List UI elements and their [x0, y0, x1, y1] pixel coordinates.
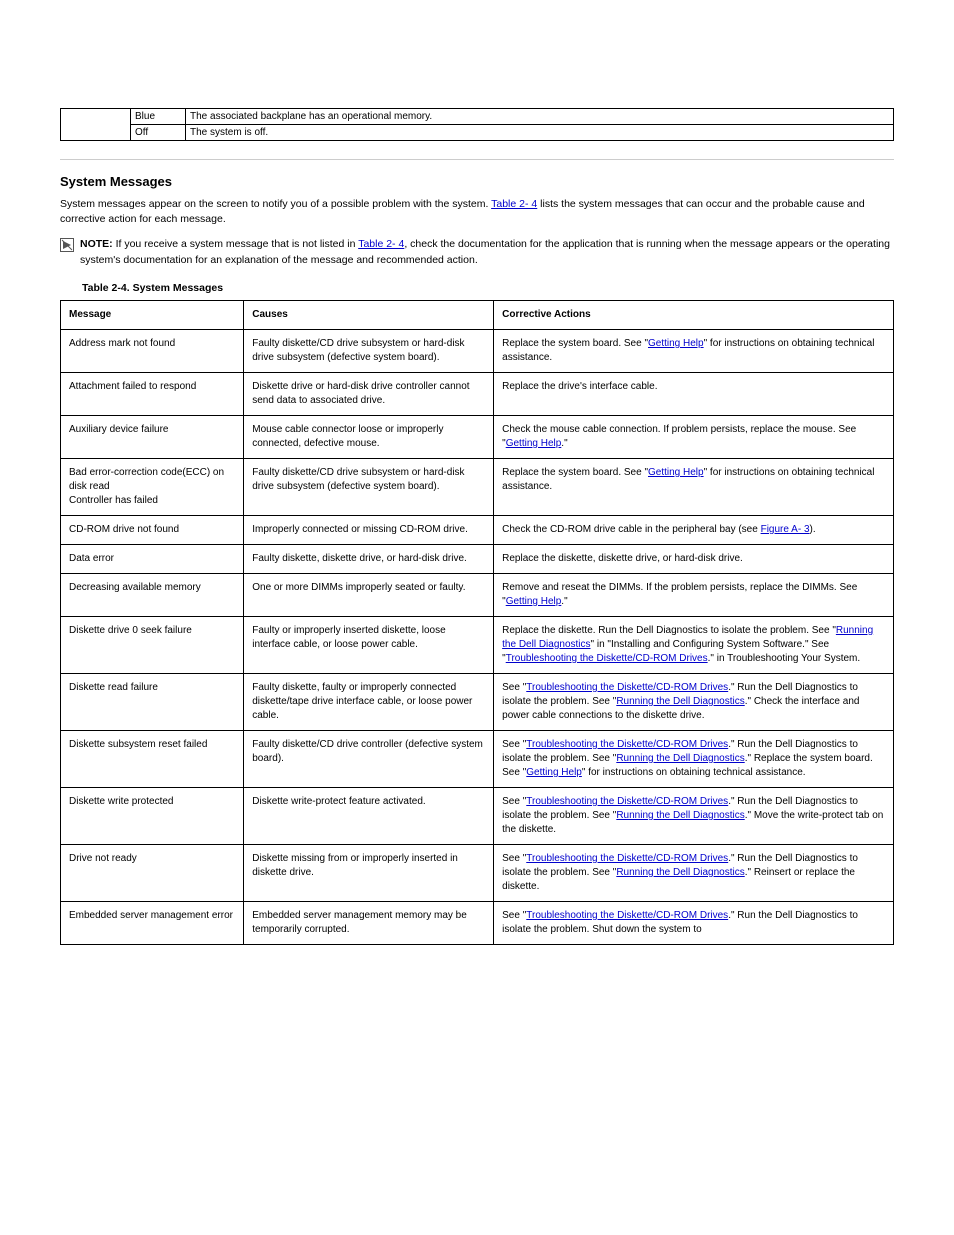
- action-link[interactable]: Troubleshooting the Diskette/CD-ROM Driv…: [526, 739, 728, 750]
- action-link[interactable]: Troubleshooting the Diskette/CD-ROM Driv…: [526, 682, 728, 693]
- indicator-color: Blue: [131, 109, 186, 125]
- table-row: Decreasing available memoryOne or more D…: [61, 573, 894, 616]
- action-link[interactable]: Running the Dell Diagnostics: [616, 867, 744, 878]
- indicator-desc: The associated backplane has an operatio…: [186, 109, 894, 125]
- indicator-table: Blue The associated backplane has an ope…: [60, 108, 894, 141]
- message-cell: CD-ROM drive not found: [61, 515, 244, 544]
- table-row: CD-ROM drive not foundImproperly connect…: [61, 515, 894, 544]
- action-link[interactable]: Getting Help: [648, 338, 704, 349]
- section-title: System Messages: [60, 174, 894, 189]
- intro-text-pre: System messages appear on the screen to …: [60, 198, 491, 210]
- message-cell: Diskette drive 0 seek failure: [61, 616, 244, 673]
- table-row: Diskette drive 0 seek failureFaulty or i…: [61, 616, 894, 673]
- message-cell: Drive not ready: [61, 844, 244, 901]
- action-cell: See "Troubleshooting the Diskette/CD-ROM…: [494, 787, 894, 844]
- action-link[interactable]: Running the Dell Diagnostics: [616, 696, 744, 707]
- action-cell: See "Troubleshooting the Diskette/CD-ROM…: [494, 844, 894, 901]
- table-row: Embedded server management errorEmbedded…: [61, 901, 894, 944]
- cause-cell: Faulty diskette/CD drive controller (def…: [244, 730, 494, 787]
- table-caption: Table 2-4. System Messages: [82, 282, 894, 294]
- action-cell: See "Troubleshooting the Diskette/CD-ROM…: [494, 901, 894, 944]
- table-row: Diskette subsystem reset failedFaulty di…: [61, 730, 894, 787]
- message-cell: Bad error-correction code(ECC) on disk r…: [61, 458, 244, 515]
- table-row: Attachment failed to respondDiskette dri…: [61, 372, 894, 415]
- caption-prefix: Table 2-: [82, 282, 121, 294]
- action-link[interactable]: Troubleshooting the Diskette/CD-ROM Driv…: [506, 653, 708, 664]
- message-cell: Attachment failed to respond: [61, 372, 244, 415]
- action-cell: See "Troubleshooting the Diskette/CD-ROM…: [494, 730, 894, 787]
- message-cell: Address mark not found: [61, 329, 244, 372]
- system-messages-table: Message Causes Corrective Actions Addres…: [60, 300, 894, 945]
- action-link[interactable]: Troubleshooting the Diskette/CD-ROM Driv…: [526, 853, 728, 864]
- note-block: NOTE: If you receive a system message th…: [60, 237, 894, 267]
- message-cell: Diskette read failure: [61, 673, 244, 730]
- message-cell: Decreasing available memory: [61, 573, 244, 616]
- action-link[interactable]: Getting Help: [526, 767, 582, 778]
- table-row: Drive not readyDiskette missing from or …: [61, 844, 894, 901]
- intro-paragraph: System messages appear on the screen to …: [60, 197, 894, 227]
- action-link[interactable]: Running the Dell Diagnostics: [616, 810, 744, 821]
- action-cell: Replace the system board. See "Getting H…: [494, 458, 894, 515]
- cause-cell: Diskette write-protect feature activated…: [244, 787, 494, 844]
- action-link[interactable]: Getting Help: [506, 438, 562, 449]
- action-cell: Replace the system board. See "Getting H…: [494, 329, 894, 372]
- indicator-color: Off: [131, 125, 186, 141]
- action-link[interactable]: Figure A- 3: [761, 524, 810, 535]
- col-header-actions: Corrective Actions: [494, 300, 894, 329]
- action-cell: Replace the drive's interface cable.: [494, 372, 894, 415]
- cause-cell: Faulty diskette/CD drive subsystem or ha…: [244, 329, 494, 372]
- cause-cell: Faulty diskette/CD drive subsystem or ha…: [244, 458, 494, 515]
- cause-cell: Improperly connected or missing CD-ROM d…: [244, 515, 494, 544]
- table-row: Diskette write protectedDiskette write-p…: [61, 787, 894, 844]
- action-link[interactable]: Getting Help: [506, 596, 562, 607]
- cause-cell: Faulty diskette, faulty or improperly co…: [244, 673, 494, 730]
- message-cell: Diskette subsystem reset failed: [61, 730, 244, 787]
- cause-cell: One or more DIMMs improperly seated or f…: [244, 573, 494, 616]
- action-link[interactable]: Getting Help: [648, 467, 704, 478]
- message-cell: Diskette write protected: [61, 787, 244, 844]
- indicator-left-cell: [61, 109, 131, 141]
- action-cell: Check the mouse cable connection. If pro…: [494, 415, 894, 458]
- section-divider: [60, 159, 894, 160]
- note-prefix: NOTE:: [80, 238, 113, 250]
- col-header-causes: Causes: [244, 300, 494, 329]
- message-cell: Data error: [61, 544, 244, 573]
- action-link[interactable]: Running the Dell Diagnostics: [616, 753, 744, 764]
- action-cell: Replace the diskette. Run the Dell Diagn…: [494, 616, 894, 673]
- message-cell: Auxiliary device failure: [61, 415, 244, 458]
- note-pre: If you receive a system message that is …: [113, 238, 359, 250]
- table-row: Bad error-correction code(ECC) on disk r…: [61, 458, 894, 515]
- indicator-desc: The system is off.: [186, 125, 894, 141]
- cause-cell: Diskette missing from or improperly inse…: [244, 844, 494, 901]
- action-cell: See "Troubleshooting the Diskette/CD-ROM…: [494, 673, 894, 730]
- message-cell: Embedded server management error: [61, 901, 244, 944]
- action-link[interactable]: Troubleshooting the Diskette/CD-ROM Driv…: [526, 910, 728, 921]
- action-cell: Replace the diskette, diskette drive, or…: [494, 544, 894, 573]
- table-row: Address mark not foundFaulty diskette/CD…: [61, 329, 894, 372]
- table-row: Auxiliary device failureMouse cable conn…: [61, 415, 894, 458]
- cause-cell: Faulty diskette, diskette drive, or hard…: [244, 544, 494, 573]
- action-cell: Remove and reseat the DIMMs. If the prob…: [494, 573, 894, 616]
- action-link[interactable]: Troubleshooting the Diskette/CD-ROM Driv…: [526, 796, 728, 807]
- cause-cell: Diskette drive or hard-disk drive contro…: [244, 372, 494, 415]
- action-link[interactable]: Running the Dell Diagnostics: [502, 625, 873, 650]
- note-table-link[interactable]: Table 2- 4: [358, 238, 404, 250]
- cause-cell: Faulty or improperly inserted diskette, …: [244, 616, 494, 673]
- caption-rest: 4. System Messages: [121, 282, 223, 294]
- intro-table-link[interactable]: Table 2- 4: [491, 198, 537, 210]
- table-row: Data errorFaulty diskette, diskette driv…: [61, 544, 894, 573]
- col-header-message: Message: [61, 300, 244, 329]
- table-row: Diskette read failureFaulty diskette, fa…: [61, 673, 894, 730]
- note-icon: [60, 238, 74, 252]
- action-cell: Check the CD-ROM drive cable in the peri…: [494, 515, 894, 544]
- note-text: NOTE: If you receive a system message th…: [80, 237, 894, 267]
- cause-cell: Mouse cable connector loose or improperl…: [244, 415, 494, 458]
- cause-cell: Embedded server management memory may be…: [244, 901, 494, 944]
